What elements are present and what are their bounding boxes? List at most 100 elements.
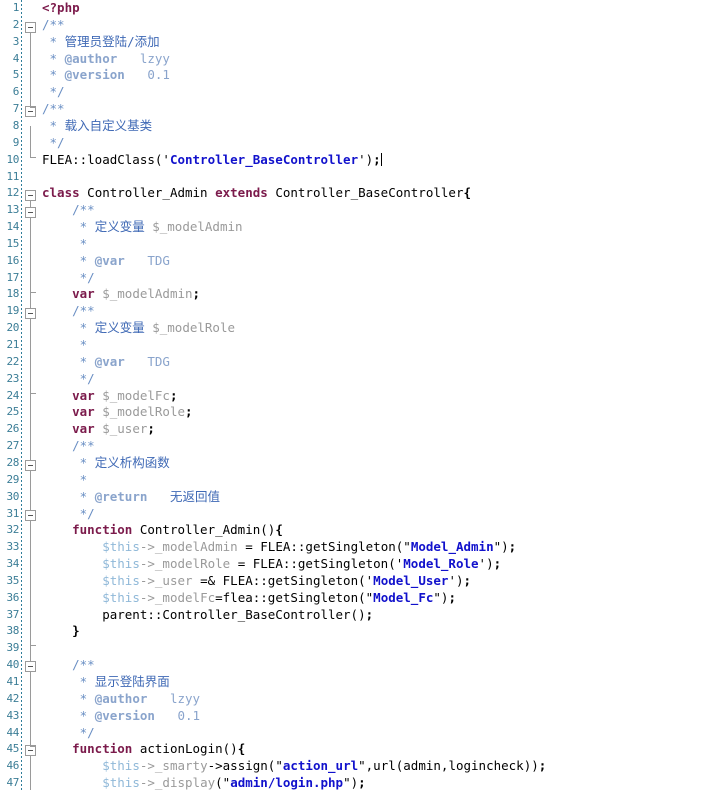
code-token-cmtcn: 无返回值 — [147, 488, 220, 504]
code-line[interactable]: */ — [42, 84, 65, 101]
code-token-this: $this — [102, 758, 140, 774]
code-token-punc: ; — [493, 556, 502, 572]
code-line[interactable]: */ — [42, 135, 65, 152]
fold-toggle-icon[interactable] — [25, 190, 36, 201]
code-line[interactable]: /** — [42, 17, 65, 34]
code-token-var: ->_user — [139, 572, 193, 588]
code-line[interactable]: * — [42, 236, 88, 253]
code-line[interactable]: */ — [42, 371, 95, 388]
code-line[interactable]: <?php — [42, 0, 80, 17]
code-line[interactable]: var $_modelAdmin; — [42, 286, 200, 303]
code-line[interactable]: $this->_smarty->assign("action_url",url(… — [42, 758, 546, 775]
code-line[interactable]: */ — [42, 506, 95, 523]
editor-gutter[interactable]: 1 2 3 4 5 6 7 8 9 10 11 12 13 14 15 16 17 18 19 20 21 22 23 24 2… — [0, 0, 42, 790]
code-token-cmt: /** — [42, 438, 95, 454]
code-token-cmt: */ — [42, 505, 95, 521]
code-token-quo: " — [493, 539, 502, 555]
line-number: 15 — [6, 236, 20, 250]
code-token-cmt: * — [42, 33, 65, 49]
code-line[interactable]: /** — [42, 657, 95, 674]
line-number: 17 — [6, 270, 20, 284]
code-token-punc: ; — [463, 572, 472, 588]
code-line[interactable]: * 定义变量 $_modelAdmin — [42, 219, 243, 236]
fold-toggle-icon[interactable] — [25, 22, 36, 33]
code-line[interactable]: $this->_user =& FLEA::getSingleton('Mode… — [42, 573, 471, 590]
code-line[interactable]: /** — [42, 303, 95, 320]
code-line[interactable]: * — [42, 472, 88, 489]
code-token-punc: { — [463, 185, 471, 201]
code-line[interactable]: * 载入自定义基类 — [42, 117, 153, 135]
code-line[interactable]: FLEA::loadClass('Controller_BaseControll… — [42, 152, 382, 169]
code-line[interactable]: * 显示登陆界面 — [42, 674, 170, 691]
code-token-var: $_modelRole — [144, 320, 236, 336]
code-line[interactable]: * 定义析构函数 — [42, 455, 170, 472]
code-token-tagval: TDG — [124, 252, 170, 268]
code-token-punc: } — [42, 623, 80, 639]
code-line[interactable]: * @version 0.1 — [42, 67, 170, 84]
line-number: 16 — [6, 253, 20, 267]
code-token-tag: @version — [94, 707, 155, 723]
fold-toggle-icon[interactable] — [25, 661, 36, 672]
code-token-cmt: * — [42, 117, 65, 133]
code-token-var: ->_display — [139, 775, 216, 790]
line-number: 36 — [6, 590, 20, 604]
code-token-this: $this — [102, 539, 140, 555]
code-line[interactable]: } — [42, 623, 80, 640]
code-line[interactable]: * @version 0.1 — [42, 708, 200, 725]
fold-end-tick — [30, 107, 36, 108]
code-line[interactable]: var $_modelRole; — [42, 404, 192, 421]
code-content[interactable]: <?php/** * 管理员登陆/添加 * @author lzyy * @ve… — [42, 0, 705, 790]
code-token-cmt: /** — [42, 657, 95, 673]
code-token-plain: =& FLEA::getSingleton( — [192, 572, 366, 588]
fold-toggle-icon[interactable] — [25, 308, 36, 319]
code-token-cmt: * — [42, 337, 88, 352]
gutter-separator — [21, 0, 22, 790]
code-token-var: $_user — [94, 421, 148, 437]
code-line[interactable]: * 管理员登陆/添加 — [42, 34, 160, 51]
code-token-tagval: 0.1 — [154, 707, 201, 723]
code-token-cmt: /** — [42, 303, 95, 319]
code-line[interactable]: class Controller_Admin extends Controlle… — [42, 185, 471, 202]
code-line[interactable]: function actionLogin(){ — [42, 741, 245, 758]
code-line[interactable]: var $_user; — [42, 421, 155, 438]
line-number: 22 — [6, 354, 20, 368]
code-line[interactable]: * @var TDG — [42, 354, 170, 371]
code-token-tag: @var — [94, 252, 125, 268]
code-line[interactable]: var $_modelFc; — [42, 388, 177, 405]
code-token-this: $this — [102, 775, 140, 790]
code-line[interactable]: * @author lzyy — [42, 51, 170, 68]
code-token-var: $_modelAdmin — [94, 286, 193, 302]
line-number: 32 — [6, 523, 20, 537]
code-line[interactable]: $this->_modelAdmin = FLEA::getSingleton(… — [42, 539, 516, 556]
code-line[interactable]: /** — [42, 438, 95, 455]
code-line[interactable]: * — [42, 337, 88, 354]
fold-toggle-icon[interactable] — [25, 207, 36, 218]
code-line[interactable]: function Controller_Admin(){ — [42, 522, 283, 539]
line-number: 11 — [6, 169, 20, 183]
code-token-punc: ; — [192, 286, 201, 302]
code-line[interactable]: * @return 无返回值 — [42, 489, 220, 506]
code-line[interactable]: $this->_display("admin/login.php"); — [42, 775, 365, 790]
code-line[interactable]: $this->_modelRole = FLEA::getSingleton('… — [42, 556, 501, 573]
text-caret — [380, 152, 382, 166]
code-line[interactable]: */ — [42, 270, 95, 287]
code-line[interactable]: parent::Controller_BaseController(); — [42, 607, 373, 624]
line-number: 8 — [12, 118, 20, 132]
code-token-kw: var — [72, 421, 95, 437]
code-token-var: ->_modelRole — [139, 556, 231, 572]
code-line[interactable]: /** — [42, 202, 95, 219]
code-editor[interactable]: 1 2 3 4 5 6 7 8 9 10 11 12 13 14 15 16 17 18 19 20 21 22 23 24 2… — [0, 0, 705, 790]
code-line[interactable]: */ — [42, 725, 95, 742]
code-token-tagval: 0.1 — [124, 67, 170, 83]
fold-toggle-icon[interactable] — [25, 460, 36, 471]
code-token-cmt: /** — [42, 202, 95, 218]
code-token-cmt: * — [42, 488, 95, 504]
code-line[interactable]: * @author lzyy — [42, 691, 200, 708]
fold-toggle-icon[interactable] — [25, 510, 36, 521]
code-line[interactable]: /** — [42, 101, 65, 118]
code-line[interactable]: * @var TDG — [42, 253, 170, 270]
code-token-str: admin/login.php — [230, 775, 344, 790]
code-line[interactable]: * 定义变量 $_modelRole — [42, 320, 235, 337]
code-line[interactable]: $this->_modelFc=flea::getSingleton("Mode… — [42, 590, 456, 607]
